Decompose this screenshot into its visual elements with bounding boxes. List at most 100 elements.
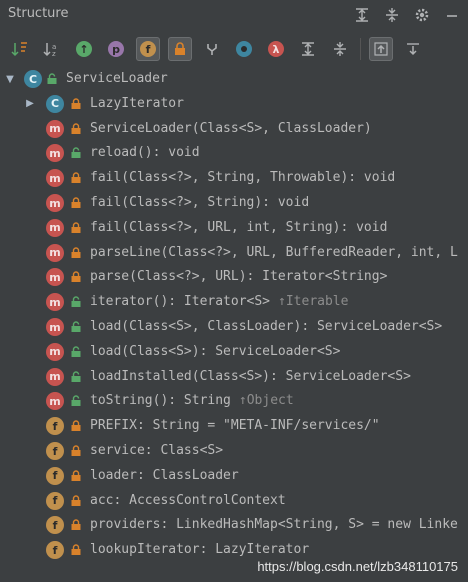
show-lambdas-button[interactable]: λ [264, 37, 288, 61]
field-icon: f [46, 417, 64, 436]
tree-method-row[interactable]: m load(Class<S>, ClassLoader): ServiceLoa… [0, 315, 468, 339]
member-signature: fail(Class<?>, URL, int, String): void [90, 219, 388, 235]
tree-node-label: parse(Class<?>, URL): Iterator<String> [90, 269, 387, 284]
show-non-public-button[interactable] [168, 37, 192, 61]
member-signature: loadInstalled(Class<S>): ServiceLoader<S… [90, 368, 411, 384]
tree-node-label: load(Class<S>): ServiceLoader<S> [90, 344, 340, 359]
tree-method-row[interactable]: m load(Class<S>): ServiceLoader<S> [0, 340, 468, 364]
expand-arrow-icon[interactable]: ▶ [24, 98, 36, 110]
method-icon: m [46, 367, 64, 386]
method-icon: m [46, 144, 64, 163]
scroll-from-source-icon [407, 43, 419, 56]
field-icon: f [46, 516, 64, 535]
structure-header: Structure [0, 0, 468, 30]
autoscroll-from-source-button[interactable] [401, 37, 425, 61]
member-signature: ServiceLoader(Class<S>, ClassLoader) [90, 120, 372, 136]
expand-all-icon [302, 42, 314, 56]
member-signature: LazyIterator [90, 95, 184, 111]
hide-panel-icon[interactable] [442, 5, 462, 25]
property-icon: p [108, 41, 124, 57]
panel-title: Structure [8, 6, 69, 21]
member-signature: PREFIX: String = "META-INF/services/" [90, 418, 380, 434]
private-lock-icon [71, 420, 81, 432]
field-icon: f [46, 442, 64, 460]
show-properties-button[interactable]: p [104, 37, 128, 61]
private-lock-icon [71, 519, 81, 531]
method-icon: m [46, 293, 64, 312]
inherited-from-hint: ↑Object [238, 393, 294, 409]
tree-field-row[interactable]: f service: Class<S> [0, 439, 468, 463]
tree-root-node[interactable]: ▼ C ServiceLoader [0, 67, 468, 91]
sort-by-visibility-button[interactable] [8, 37, 32, 61]
method-icon: m [46, 243, 64, 262]
tree-method-row[interactable]: m reload(): void [0, 141, 468, 165]
sort-alphabetically-button[interactable]: az [40, 37, 64, 61]
member-signature: fail(Class<?>, String): void [90, 195, 310, 210]
member-signature: service: Class<S> [90, 443, 224, 458]
public-unlock-icon [71, 346, 81, 357]
private-lock-icon [71, 544, 81, 556]
public-unlock-icon [47, 73, 57, 84]
tree-field-row[interactable]: f providers: LinkedHashMap<String, S> = n… [0, 513, 468, 537]
tree-method-row[interactable]: m toString(): String ↑Object [0, 389, 468, 413]
autoscroll-to-source-button[interactable] [369, 37, 393, 61]
class-icon: C [46, 94, 64, 113]
tree-node-label: LazyIterator [90, 96, 184, 111]
settings-gear-icon[interactable] [412, 5, 432, 25]
member-signature: iterator(): Iterator<S> [90, 294, 271, 310]
field-icon: f [46, 491, 64, 510]
branch-icon [207, 44, 217, 55]
tree-node-label: fail(Class<?>, String): void [90, 195, 309, 210]
member-signature: acc: AccessControlContext [90, 492, 286, 508]
tree-method-row[interactable]: m ServiceLoader(Class<S>, ClassLoader) [0, 117, 468, 141]
lambda-icon: λ [268, 41, 284, 57]
tree-class-row[interactable]: ▶ C LazyIterator [0, 92, 468, 116]
private-lock-icon [71, 98, 81, 109]
collapse-arrow-icon[interactable]: ▼ [4, 73, 16, 85]
structure-toolbar: az ↑ p f λ [0, 34, 468, 64]
field-icon: f [46, 466, 64, 485]
inherited-from-hint: ↑Iterable [278, 294, 349, 310]
scroll-to-source-icon [374, 42, 388, 56]
private-lock-icon [71, 445, 81, 456]
anonymous-class-icon [236, 41, 252, 57]
tree-field-row[interactable]: f PREFIX: String = "META-INF/services/" [0, 414, 468, 438]
tree-method-row[interactable]: m fail(Class<?>, URL, int, String): void [0, 216, 468, 240]
private-lock-icon [71, 197, 81, 208]
collapse-all-icon[interactable] [382, 5, 402, 25]
member-signature: lookupIterator: LazyIterator [90, 542, 310, 558]
show-lambdas-tree-button[interactable] [200, 37, 224, 61]
tree-node-label: acc: AccessControlContext [90, 493, 286, 508]
method-icon: m [46, 218, 64, 237]
watermark: https://blog.csdn.net/lzb348110175 [257, 559, 458, 574]
tree-method-row[interactable]: m parseLine(Class<?>, URL, BufferedReader… [0, 241, 468, 265]
tree-node-label: fail(Class<?>, URL, int, String): void [90, 220, 387, 235]
expand-all-icon[interactable] [352, 5, 372, 25]
header-actions [352, 5, 462, 25]
tree-field-row[interactable]: f acc: AccessControlContext [0, 489, 468, 513]
toolbar-expand-all-button[interactable] [296, 37, 320, 61]
show-inherited-button[interactable]: ↑ [72, 37, 96, 61]
tree-method-row[interactable]: m iterator(): Iterator<S> ↑Iterable [0, 290, 468, 314]
tree-node-label: lookupIterator: LazyIterator [90, 542, 309, 557]
tree-method-row[interactable]: m parse(Class<?>, URL): Iterator<String> [0, 265, 468, 289]
private-lock-icon [71, 122, 81, 134]
field-icon: f [46, 541, 64, 560]
public-unlock-icon [71, 147, 81, 159]
tree-node-label: providers: LinkedHashMap<String, S> = ne… [90, 517, 458, 532]
show-fields-button[interactable]: f [136, 37, 160, 61]
tree-method-row[interactable]: m fail(Class<?>, String, Throwable): void [0, 166, 468, 190]
private-lock-icon [71, 222, 81, 233]
tree-method-row[interactable]: m loadInstalled(Class<S>): ServiceLoader<… [0, 365, 468, 389]
member-signature: parse(Class<?>, URL): Iterator<String> [90, 269, 388, 285]
tree-node-label: ServiceLoader [66, 71, 168, 86]
lock-icon [175, 42, 185, 55]
show-anonymous-classes-button[interactable] [232, 37, 256, 61]
method-icon: m [46, 342, 64, 361]
collapse-all-icon [334, 42, 346, 56]
method-icon: m [46, 268, 64, 287]
tree-field-row[interactable]: f loader: ClassLoader [0, 464, 468, 488]
toolbar-collapse-all-button[interactable] [328, 37, 352, 61]
tree-method-row[interactable]: m fail(Class<?>, String): void [0, 191, 468, 215]
tree-node-label: loadInstalled(Class<S>): ServiceLoader<S… [90, 369, 411, 384]
